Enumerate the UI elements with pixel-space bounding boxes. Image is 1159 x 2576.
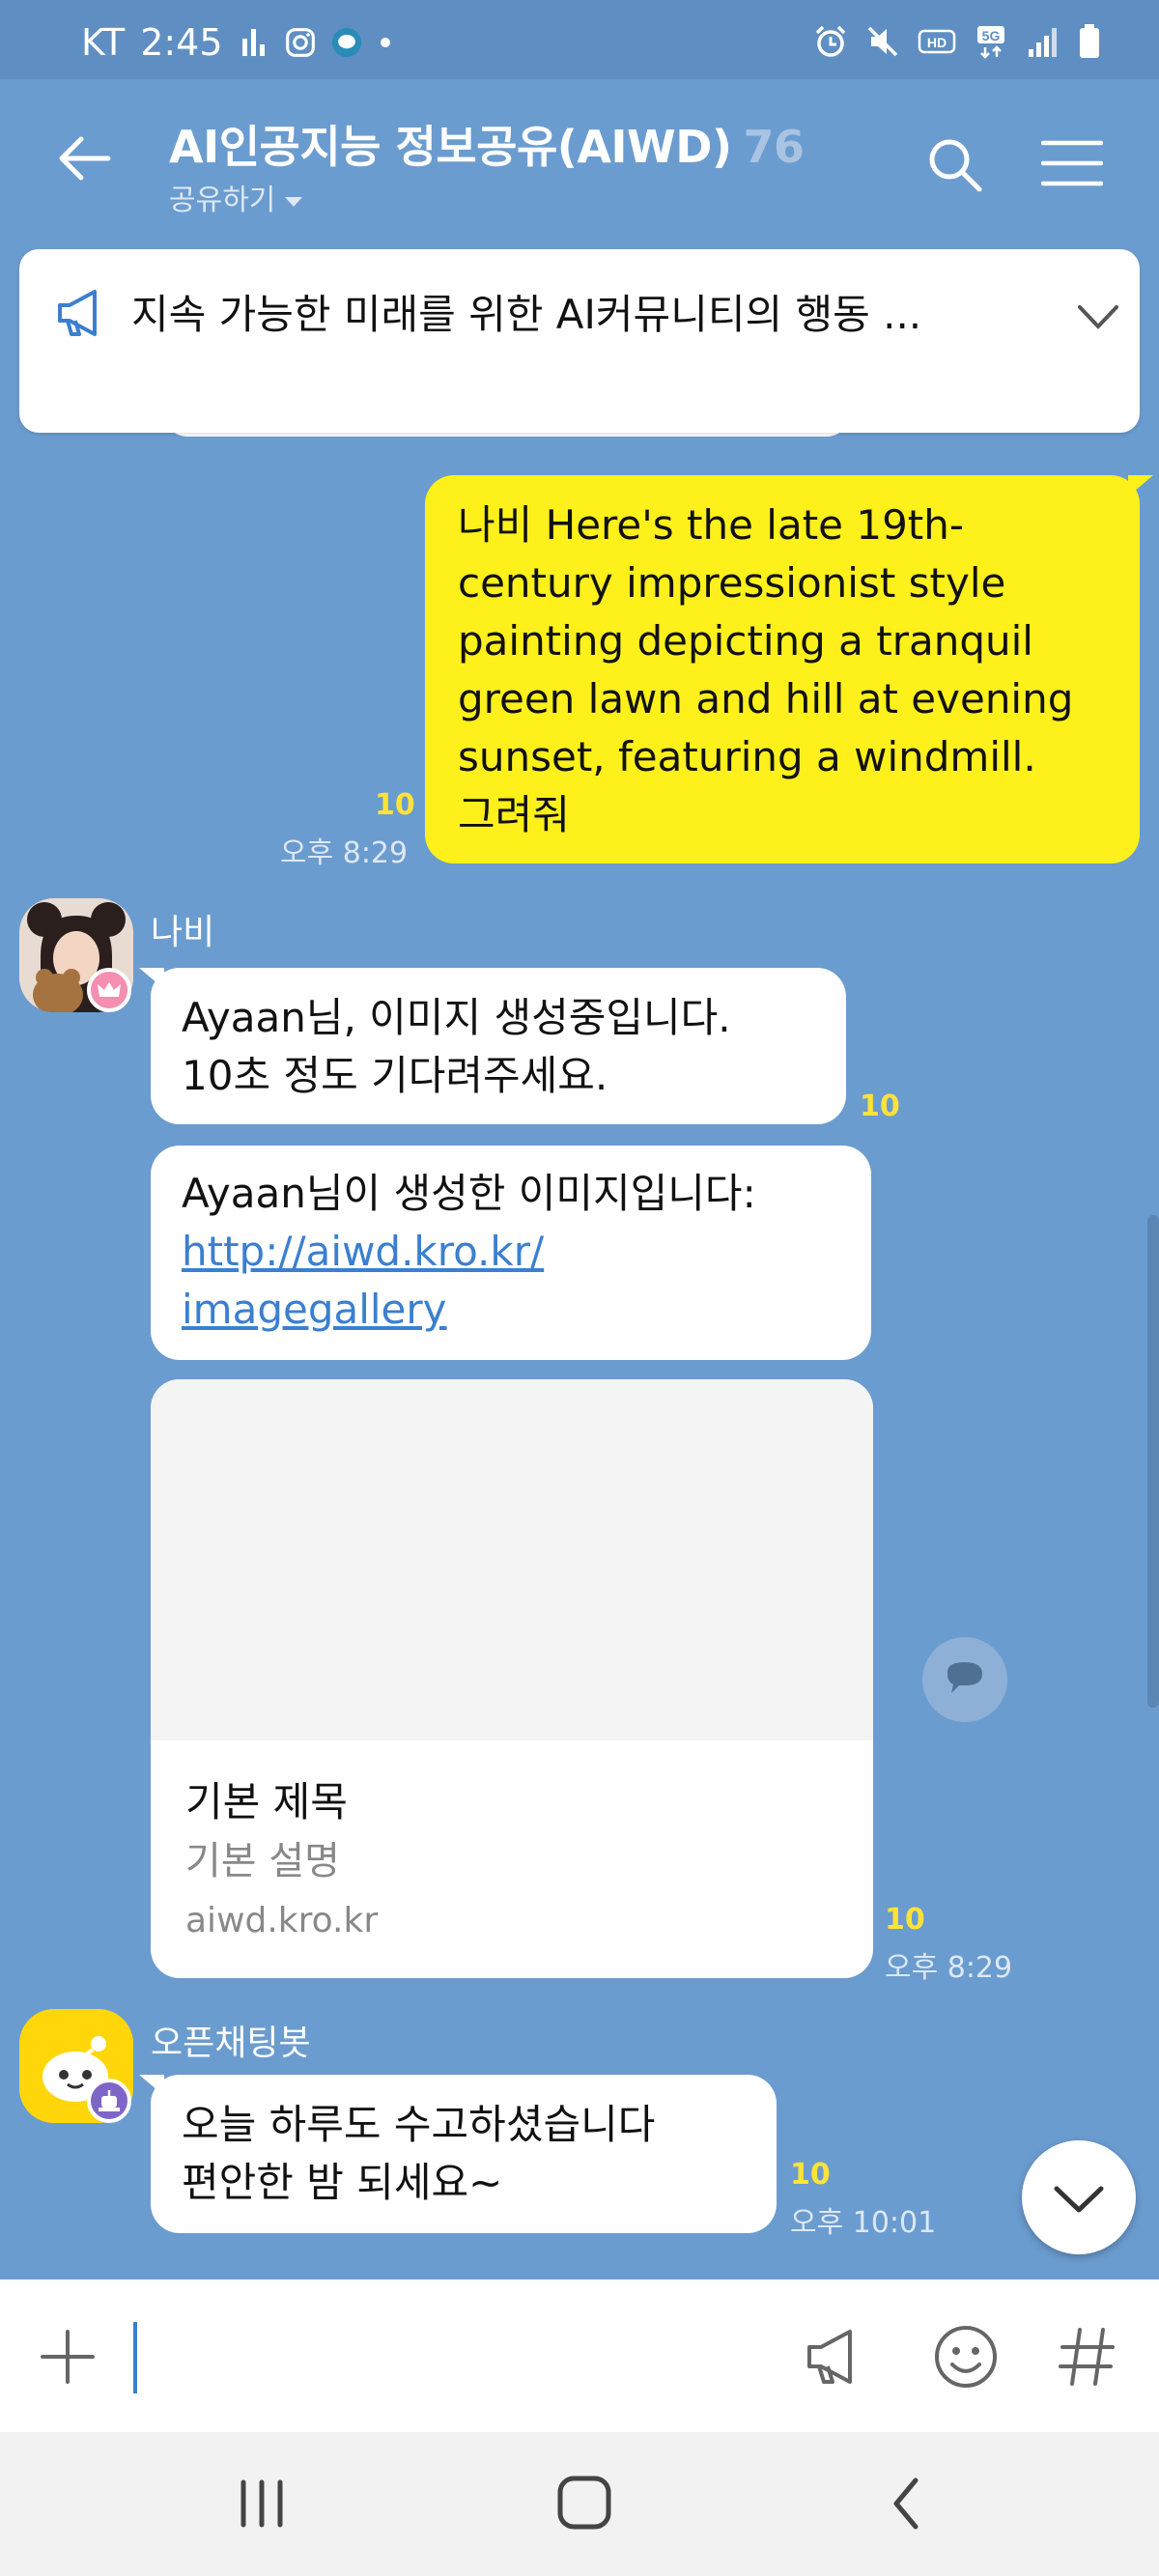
message-line: painting depicting a tranquil — [458, 617, 1033, 665]
system-nav-bar — [0, 2432, 1159, 2576]
message-line: Ayaan님이 생성한 이미지입니다: — [182, 1170, 756, 1217]
message-bubble[interactable]: 오늘 하루도 수고하셨습니다 편안한 밤 되세요~ — [151, 2075, 777, 2233]
card-domain: aiwd.kro.kr — [185, 1901, 379, 1940]
chat-header: AI인공지능 정보공유(AIWD) 76 공유하기 — [0, 79, 1159, 243]
message-line: 오늘 하루도 수고하셨습니다 — [182, 2101, 656, 2148]
search-icon[interactable] — [925, 135, 983, 193]
share-label: 공유하기 — [169, 184, 276, 217]
caret-down-icon — [285, 196, 303, 207]
share-button[interactable] — [922, 1637, 1007, 1722]
battery-icon — [1080, 24, 1099, 58]
cell-signal-icon — [1029, 28, 1057, 57]
message-line: century impressionist style — [458, 559, 1006, 607]
message-line: 그려줘 — [458, 791, 570, 838]
preview-image-placeholder — [151, 1379, 873, 1741]
unread-count: 10 — [885, 1903, 925, 1937]
message-time: 오후 8:29 — [885, 1951, 1013, 1985]
emoji-icon[interactable] — [931, 2322, 1001, 2392]
sender-name: 나비 — [151, 913, 215, 952]
share-dropdown[interactable]: 공유하기 — [169, 176, 303, 218]
hashtag-icon[interactable] — [1053, 2322, 1122, 2392]
member-count: 76 — [743, 121, 805, 173]
chevron-down-icon — [1054, 2186, 1104, 2213]
card-title: 기본 제목 — [185, 1778, 348, 1826]
message-time: 오후 10:01 — [790, 2206, 937, 2240]
menu-icon[interactable] — [1041, 139, 1103, 187]
home-icon[interactable] — [551, 2475, 618, 2533]
message-line: Ayaan님, 이미지 생성중입니다. — [182, 994, 731, 1041]
link-preview-card[interactable]: 기본 제목 기본 설명 aiwd.kro.kr — [151, 1379, 873, 1978]
dot-icon — [380, 38, 390, 47]
plus-icon[interactable] — [39, 2328, 97, 2386]
chat-title[interactable]: AI인공지능 정보공유(AIWD) 76 — [169, 112, 805, 176]
chat-room-name: AI인공지능 정보공유(AIWD) — [169, 121, 732, 173]
back-icon[interactable] — [873, 2475, 941, 2533]
unread-count: 10 — [790, 2158, 831, 2192]
megaphone-icon — [58, 290, 97, 336]
recent-apps-icon[interactable] — [228, 2475, 296, 2533]
message-line: sunset, featuring a windmill. — [458, 733, 1036, 780]
card-description: 기본 설명 — [185, 1839, 340, 1883]
svg-text:5G: 5G — [982, 28, 1001, 43]
scrollbar[interactable] — [1147, 1215, 1159, 1708]
chevron-down-icon[interactable] — [1074, 297, 1122, 336]
svg-text:HD: HD — [927, 35, 947, 50]
signal-bars-icon — [241, 29, 265, 56]
scroll-to-bottom-button[interactable] — [1022, 2140, 1136, 2254]
message-time: 오후 8:29 — [280, 836, 409, 870]
gallery-link-continued[interactable]: imagegallery — [182, 1281, 840, 1339]
megaphone-icon[interactable] — [800, 2322, 869, 2392]
sender-name: 오픈채팅봇 — [151, 2024, 311, 2063]
status-left: KT 2:45 — [81, 21, 393, 64]
back-arrow-icon[interactable] — [54, 127, 116, 189]
bubble-tail — [139, 968, 164, 989]
chat-app-icon — [331, 27, 361, 58]
alarm-icon — [815, 25, 846, 57]
5g-icon: 5G — [977, 26, 1004, 59]
message-line: 10초 정도 기다려주세요. — [182, 1052, 608, 1099]
text-cursor — [133, 2322, 137, 2393]
clock: 2:45 — [140, 21, 223, 64]
bubble-tail — [1128, 475, 1153, 496]
hd-icon: HD — [918, 29, 956, 54]
pinned-notice[interactable]: 지속 가능한 미래를 위한 AI커뮤니티의 행동 ... — [19, 249, 1140, 433]
message-line: green lawn and hill at evening — [458, 675, 1074, 722]
carrier-label: KT — [81, 21, 126, 64]
message-line: 나비 Here's the late 19th- — [458, 501, 965, 549]
bubble-tail — [139, 2075, 164, 2096]
unread-count: 10 — [375, 788, 415, 822]
my-message-bubble[interactable]: 나비 Here's the late 19th- century impress… — [425, 475, 1140, 863]
unread-count: 10 — [860, 1090, 900, 1123]
link-message-bubble[interactable]: Ayaan님이 생성한 이미지입니다: http://aiwd.kro.kr/ … — [151, 1146, 871, 1360]
notice-text: 지속 가능한 미래를 위한 AI커뮤니티의 행동 ... — [131, 291, 922, 338]
message-bubble[interactable]: Ayaan님, 이미지 생성중입니다. 10초 정도 기다려주세요. — [151, 968, 846, 1124]
crown-badge-icon — [87, 968, 131, 1012]
status-bar: KT 2:45 HD 5G — [0, 0, 1159, 79]
speech-bubble-icon — [947, 1662, 982, 1693]
mute-icon — [867, 26, 898, 57]
message-input[interactable] — [145, 2308, 773, 2405]
message-line: 편안한 밤 되세요~ — [182, 2159, 503, 2206]
instagram-icon — [285, 28, 315, 57]
status-right: HD 5G — [813, 23, 1101, 60]
bot-badge-icon — [87, 2079, 131, 2123]
gallery-link[interactable]: http://aiwd.kro.kr/ — [182, 1223, 840, 1281]
message-input-bar — [0, 2279, 1159, 2432]
